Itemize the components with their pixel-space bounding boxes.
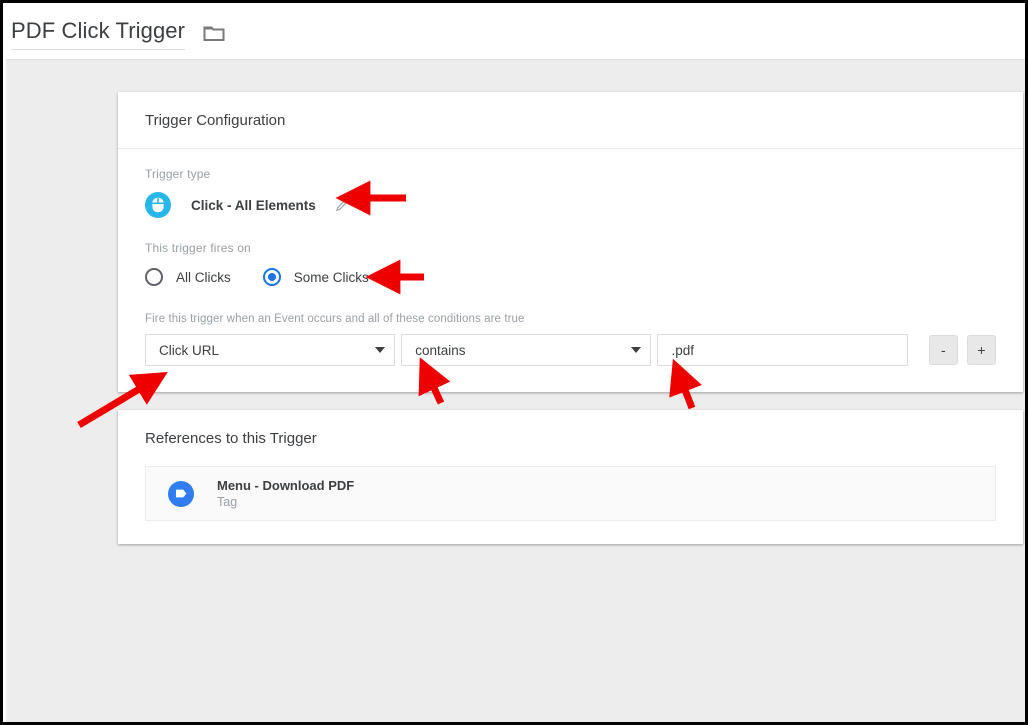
conditions-hint: Fire this trigger when an Event occurs a… — [145, 313, 525, 325]
condition-value-text: .pdf — [671, 342, 694, 358]
trigger-type-label: Trigger type — [145, 167, 211, 181]
condition-variable-value: Click URL — [159, 342, 220, 358]
condition-row: Click URL contains .pdf - + — [145, 334, 996, 366]
trigger-type-value: Click - All Elements — [191, 197, 316, 213]
condition-operator-value: contains — [415, 342, 466, 358]
condition-value-input[interactable]: .pdf — [657, 334, 908, 366]
list-item[interactable]: Menu - Download PDF Tag — [145, 466, 996, 521]
reference-type: Tag — [217, 494, 238, 509]
page-content-area: Trigger Configuration Trigger type Click… — [6, 59, 1025, 722]
radio-some-clicks-circle[interactable] — [262, 268, 281, 286]
references-header: References to this Trigger — [145, 429, 317, 447]
folder-icon[interactable] — [203, 24, 225, 42]
radio-some-clicks-label: Some Clicks — [293, 269, 369, 285]
remove-condition-button[interactable]: - — [928, 335, 958, 365]
page-title: PDF Click Trigger — [11, 16, 186, 50]
chevron-down-icon — [631, 347, 642, 353]
mouse-click-icon — [145, 192, 171, 218]
tag-icon — [168, 480, 194, 507]
reference-name: Menu - Download PDF — [217, 477, 355, 493]
radio-all-clicks-label: All Clicks — [176, 269, 231, 285]
condition-variable-select[interactable]: Click URL — [145, 334, 396, 366]
references-card: References to this Trigger Menu - Downlo… — [118, 410, 1023, 544]
fires-on-label: This trigger fires on — [145, 241, 251, 255]
radio-all-clicks-circle[interactable] — [145, 268, 163, 286]
trigger-configuration-card: Trigger Configuration Trigger type Click… — [118, 92, 1023, 392]
radio-some-clicks[interactable]: Some Clicks — [262, 268, 369, 286]
page-titlebar: PDF Click Trigger — [6, 6, 1025, 59]
pencil-edit-icon[interactable] — [335, 198, 350, 213]
fires-on-radio-group: All Clicks Some Clicks — [145, 265, 996, 289]
condition-operator-select[interactable]: contains — [401, 334, 652, 366]
reference-texts: Menu - Download PDF Tag — [217, 477, 354, 511]
chevron-down-icon — [375, 347, 386, 353]
add-condition-button[interactable]: + — [966, 335, 996, 365]
trigger-type-row: Click - All Elements — [145, 191, 996, 219]
trigger-configuration-body: Trigger type Click - All Elements This t… — [118, 149, 1023, 366]
trigger-configuration-header: Trigger Configuration — [118, 92, 1023, 149]
screenshot-frame: PDF Click Trigger Trigger Configuration … — [0, 0, 1028, 725]
radio-all-clicks[interactable]: All Clicks — [145, 268, 231, 286]
